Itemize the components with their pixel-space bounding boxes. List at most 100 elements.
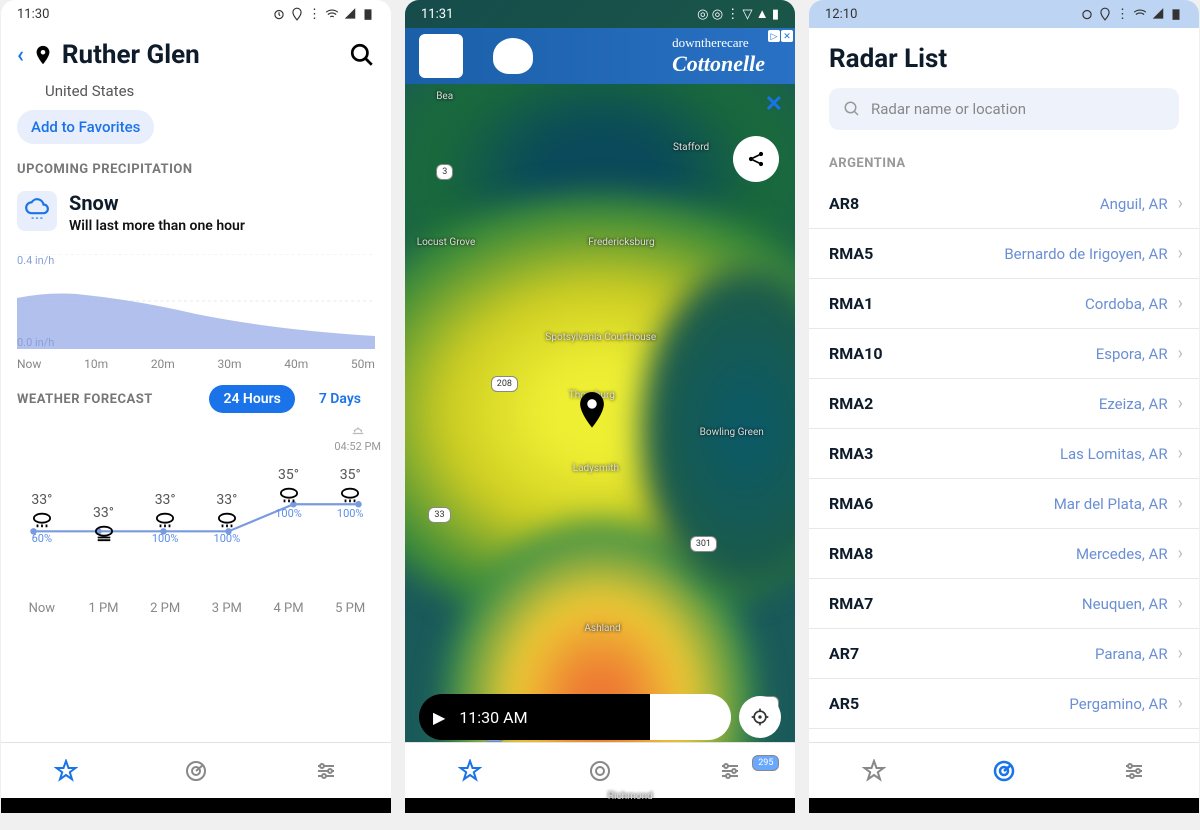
chevron-right-icon: › [1178, 693, 1183, 714]
radar-map[interactable]: ✕ Bea Stafford Fredericksburg Locust Gro… [405, 84, 795, 813]
route-badge: 33 [428, 507, 450, 523]
fc-temp: 33° [155, 492, 176, 508]
add-favorite-button[interactable]: Add to Favorites [17, 110, 154, 144]
radar-item[interactable]: RMA1Cordoba, AR› [809, 279, 1199, 329]
radar-item[interactable]: RMA7Neuquen, AR› [809, 579, 1199, 629]
forecast-heading: WEATHER FORECAST [17, 392, 199, 407]
radar-item[interactable]: RMA3Las Lomitas, AR› [809, 429, 1199, 479]
radar-item[interactable]: AR8Anguil, AR› [809, 179, 1199, 229]
back-icon[interactable]: ‹ [17, 43, 24, 68]
fc-pct: 100% [275, 507, 302, 520]
search-placeholder: Radar name or location [871, 100, 1026, 118]
radar-icon [992, 759, 1016, 783]
fc-temp: 33° [93, 505, 114, 521]
play-button[interactable]: ▶ 11:30 AM [419, 694, 650, 740]
star-icon [862, 759, 886, 783]
nav-radar[interactable] [131, 743, 261, 798]
radar-code: RMA1 [829, 294, 873, 313]
nav-radar[interactable] [939, 743, 1069, 798]
sliders-icon [718, 759, 742, 783]
fc-temp: 35° [278, 467, 299, 483]
forecast-row[interactable]: 04:52 PM 33°60% 33° 33°100% 33°100% 35°1… [1, 423, 391, 573]
map-label: Ashland [584, 623, 620, 634]
chart-x-label: 40m [284, 357, 308, 371]
locate-button[interactable] [739, 696, 781, 738]
bottom-nav [809, 742, 1199, 798]
map-label: Spotsylvania Courthouse [545, 332, 656, 343]
chart-x-label: 20m [151, 357, 175, 371]
radar-location: Cordoba, AR [1085, 295, 1168, 313]
forecast-header: WEATHER FORECAST 24 Hours 7 Days [1, 375, 391, 423]
precip-desc: Will last more than one hour [69, 218, 245, 234]
share-button[interactable] [733, 136, 779, 182]
location-title: Ruther Glen [62, 40, 341, 70]
tab-7-days[interactable]: 7 Days [305, 385, 375, 413]
radar-item[interactable]: AR7Parana, AR› [809, 629, 1199, 679]
radar-location: Parana, AR [1095, 645, 1168, 663]
nav-favorites[interactable] [809, 743, 939, 798]
chevron-right-icon: › [1178, 243, 1183, 264]
battery-icon [361, 7, 375, 21]
radar-item[interactable]: RMA2 Ezeiza, AR › [809, 379, 1199, 429]
route-badge: 208 [491, 376, 518, 392]
radar-item[interactable]: RMA8Mercedes, AR› [809, 529, 1199, 579]
radar-item[interactable]: RMA5Bernardo de Irigoyen, AR› [809, 229, 1199, 279]
nav-settings[interactable] [261, 743, 391, 798]
chevron-right-icon: › [1178, 443, 1183, 464]
radar-list[interactable]: AR8Anguil, AR›RMA5Bernardo de Irigoyen, … [809, 179, 1199, 779]
chart-svg [17, 254, 375, 349]
close-icon[interactable]: ✕ [765, 92, 783, 117]
search-input[interactable]: Radar name or location [829, 88, 1179, 130]
cloud-snow-icon [278, 486, 300, 504]
route-badge: 295 [752, 755, 779, 771]
radar-location: Bernardo de Irigoyen, AR [1004, 245, 1167, 263]
cloud-fog-icon [93, 524, 115, 542]
screen-weather-detail: 11:30 ⋮ ‹ Ruther Glen United States Add … [1, 0, 391, 813]
nav-settings[interactable] [665, 743, 795, 798]
fc-time: 3 PM [196, 601, 258, 616]
radar-code: AR5 [829, 694, 859, 713]
search-icon[interactable] [349, 42, 375, 68]
radar-location: Ezeiza, AR [1099, 395, 1168, 413]
radar-code: RMA2 [829, 394, 873, 413]
radar-location: Pergamino, AR [1069, 695, 1167, 713]
fc-time: 5 PM [319, 601, 381, 616]
radar-code: AR8 [829, 194, 859, 213]
screen-radar-list: 12:10 ⋮ Radar List Radar name or locatio… [809, 0, 1199, 813]
radar-code: RMA7 [829, 594, 873, 613]
ad-info-icon[interactable]: ▷ [768, 30, 780, 42]
tab-24-hours[interactable]: 24 Hours [209, 385, 294, 413]
map-label: Bea [436, 91, 453, 102]
chart-y-min: 0.0 in/h [17, 336, 54, 349]
radar-item[interactable]: AR5 Pergamino, AR › [809, 679, 1199, 729]
map-label: Fredericksburg [588, 237, 654, 248]
radar-location: Mercedes, AR [1076, 545, 1168, 563]
nav-radar[interactable] [535, 743, 665, 798]
ad-close-icon[interactable]: ✕ [781, 30, 793, 42]
ad-banner[interactable]: downtherecare Cottonelle ▷✕ [405, 28, 795, 84]
radar-item[interactable]: RMA10Espora, AR› [809, 329, 1199, 379]
pin-icon [32, 42, 54, 68]
status-icons: ◎ ◎ ⋮ ▽ ▲ ▮ [697, 6, 779, 22]
map-label: Richmond [608, 791, 653, 802]
map-label: Locust Grove [417, 237, 476, 248]
fc-temp: 35° [340, 467, 361, 483]
cloud-snow-icon [31, 511, 53, 529]
chart-x-label: Now [17, 357, 41, 371]
nav-favorites[interactable] [405, 743, 535, 798]
location-country: United States [1, 82, 391, 100]
radar-code: AR7 [829, 644, 859, 663]
route-badge: 3 [436, 164, 453, 180]
chevron-right-icon: › [1178, 393, 1183, 414]
radar-item[interactable]: RMA6Mar del Plata, AR› [809, 479, 1199, 529]
timeline-control: ▶ 11:30 AM [419, 694, 781, 740]
system-nav-bar [809, 798, 1199, 813]
fc-pct: 100% [337, 507, 364, 520]
map-label: Bowling Green [700, 427, 764, 438]
timeline-future[interactable] [650, 694, 731, 740]
nav-settings[interactable] [1069, 743, 1199, 798]
signal-icon [1151, 7, 1165, 21]
radar-icon [588, 759, 612, 783]
chevron-right-icon: › [1178, 343, 1183, 364]
nav-favorites[interactable] [1, 743, 131, 798]
